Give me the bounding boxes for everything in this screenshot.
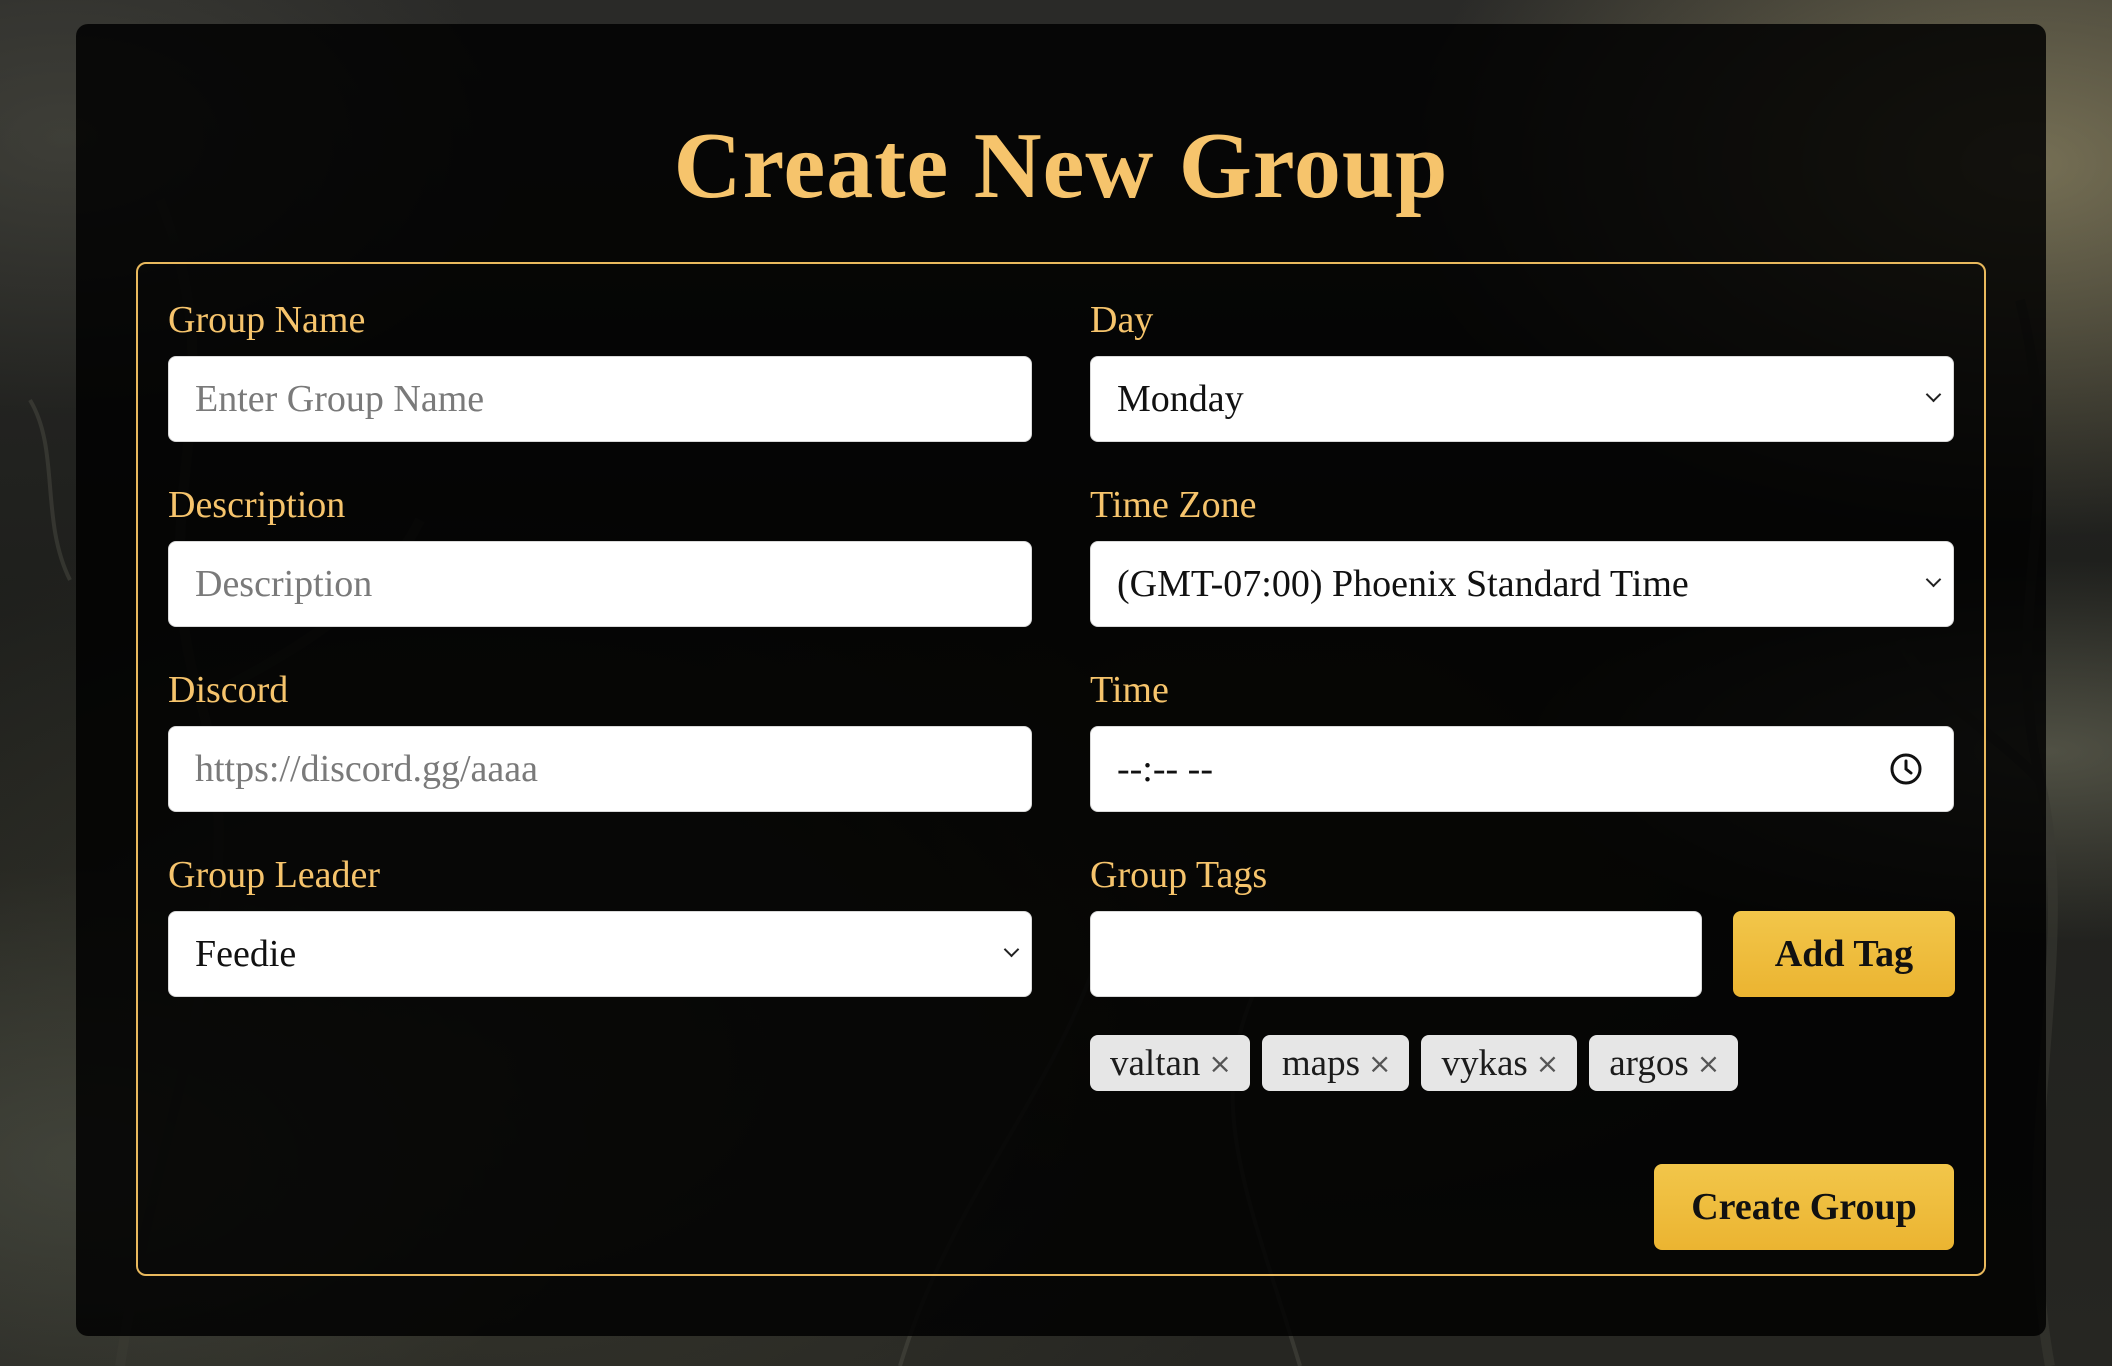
discord-label: Discord (168, 669, 289, 711)
tag-input[interactable] (1090, 911, 1702, 997)
create-group-form: Group Name Enter Group Name Description … (136, 262, 1986, 1276)
group-leader-label: Group Leader (168, 854, 381, 896)
tag-label: valtan (1110, 1042, 1201, 1084)
create-group-panel: Create New Group Group Name Enter Group … (76, 24, 2046, 1336)
day-select[interactable]: Monday (1090, 356, 1954, 442)
close-icon[interactable]: × (1697, 1047, 1720, 1080)
time-zone-select[interactable]: (GMT-07:00) Phoenix Standard Time (1090, 541, 1954, 627)
page-title: Create New Group (673, 114, 1449, 218)
description-label: Description (168, 484, 346, 526)
group-leader-value: Feedie (195, 933, 297, 975)
day-value: Monday (1117, 378, 1244, 420)
time-zone-field: Time Zone (GMT-07:00) Phoenix Standard T… (1090, 481, 1954, 627)
time-zone-value: (GMT-07:00) Phoenix Standard Time (1117, 563, 1689, 605)
close-icon[interactable]: × (1368, 1047, 1391, 1080)
tag-label: argos (1609, 1042, 1689, 1084)
time-field: Time --:-- -- (1090, 666, 1954, 812)
add-tag-button[interactable]: Add Tag (1733, 911, 1955, 997)
time-zone-label: Time Zone (1090, 484, 1257, 526)
group-name-field: Group Name Enter Group Name (168, 296, 1032, 442)
chevron-down-icon (1003, 941, 1020, 958)
discord-placeholder: https://discord.gg/aaaa (195, 748, 538, 790)
tag-chip: argos × (1589, 1035, 1739, 1091)
clock-icon[interactable] (1889, 752, 1923, 786)
tag-label: vykas (1441, 1042, 1528, 1084)
description-input[interactable]: Description (168, 541, 1032, 627)
tag-label: maps (1281, 1042, 1360, 1084)
group-name-placeholder: Enter Group Name (195, 378, 485, 420)
group-tags-field: Group Tags Add Tag valtan × maps × vykas… (1090, 851, 1955, 1111)
discord-field: Discord https://discord.gg/aaaa (168, 666, 1032, 812)
group-tags-label: Group Tags (1090, 854, 1268, 896)
discord-input[interactable]: https://discord.gg/aaaa (168, 726, 1032, 812)
group-name-label: Group Name (168, 299, 366, 341)
group-leader-select[interactable]: Feedie (168, 911, 1032, 997)
create-group-button[interactable]: Create Group (1654, 1164, 1954, 1250)
close-icon[interactable]: × (1208, 1047, 1231, 1080)
description-placeholder: Description (195, 563, 373, 605)
tag-chip: vykas × (1421, 1035, 1578, 1091)
time-value: --:-- -- (1117, 748, 1213, 790)
day-label: Day (1090, 299, 1154, 341)
group-leader-field: Group Leader Feedie (168, 851, 1032, 997)
tag-list: valtan × maps × vykas × argos × (1090, 1035, 1739, 1091)
chevron-down-icon (1925, 571, 1942, 588)
tag-chip: valtan × (1090, 1035, 1250, 1091)
group-name-input[interactable]: Enter Group Name (168, 356, 1032, 442)
tag-chip: maps × (1261, 1035, 1410, 1091)
day-field: Day Monday (1090, 296, 1954, 442)
time-label: Time (1090, 669, 1169, 711)
description-field: Description Description (168, 481, 1032, 627)
time-input[interactable]: --:-- -- (1090, 726, 1954, 812)
chevron-down-icon (1925, 386, 1942, 403)
close-icon[interactable]: × (1536, 1047, 1559, 1080)
